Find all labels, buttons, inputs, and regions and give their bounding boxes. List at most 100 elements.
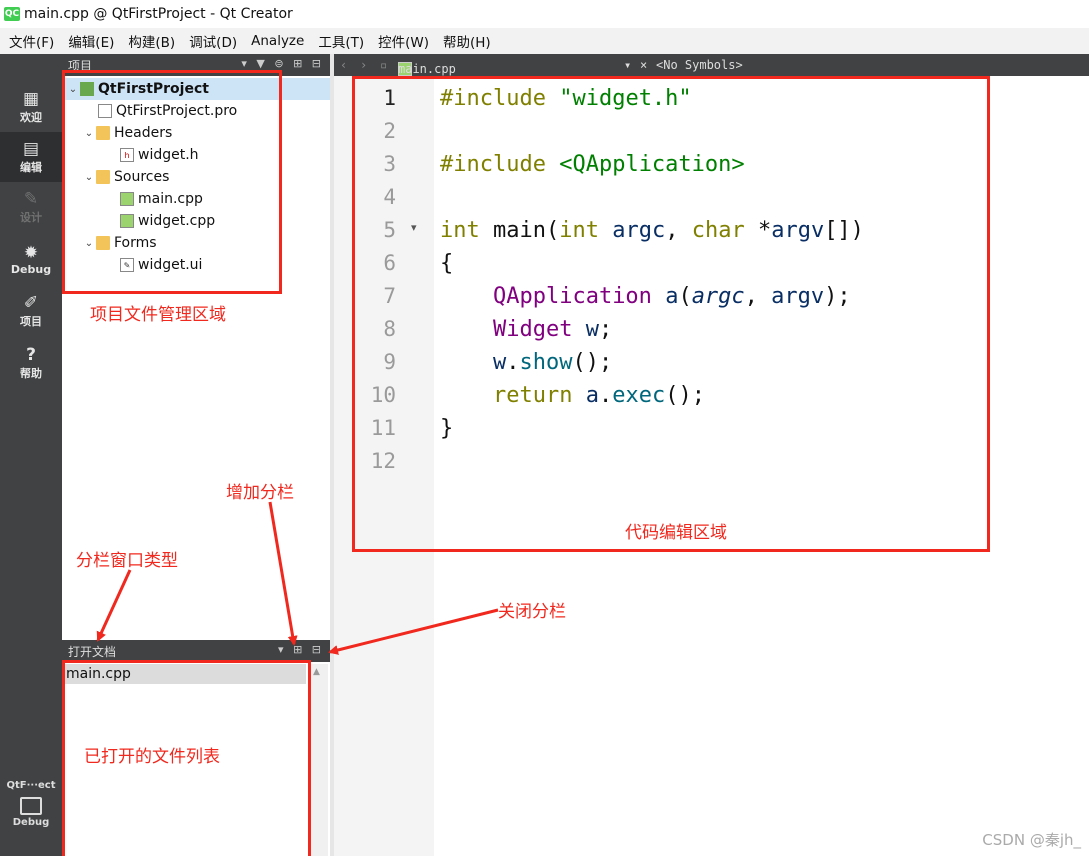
scroll-up-icon[interactable]: ▲ xyxy=(313,667,320,677)
chevron-down-icon[interactable]: ⌄ xyxy=(82,238,96,249)
line-number: 7 xyxy=(383,284,396,308)
tree-item-headers[interactable]: ⌄ Headers xyxy=(62,122,330,144)
pane-type-selector[interactable]: 项目 xyxy=(68,57,92,74)
back-arrow-icon[interactable]: ‹ xyxy=(340,58,347,72)
kit-project-name: QtF···ect xyxy=(6,780,56,791)
monitor-icon xyxy=(20,797,42,815)
open-documents-header: 打开文档 ▾ ⊞ ⊟ xyxy=(62,640,330,662)
mode-help[interactable]: ? 帮助 xyxy=(0,338,62,388)
line-number: 8 xyxy=(383,317,396,341)
pane-toolbar-icons[interactable]: ▾ ▼ ⊜ ⊞ ⊟ xyxy=(241,57,324,70)
tree-item-label: Headers xyxy=(114,125,173,141)
tree-item-pro-file[interactable]: QtFirstProject.pro xyxy=(62,100,330,122)
menu-widgets[interactable]: 控件(W) xyxy=(371,31,436,51)
forward-arrow-icon[interactable]: › xyxy=(360,58,367,72)
grid-icon: ▦ xyxy=(22,89,40,109)
tree-item-forms[interactable]: ⌄ Forms xyxy=(62,232,330,254)
annotation-add-split: 增加分栏 xyxy=(226,483,294,503)
mode-design[interactable]: ✎ 设计 xyxy=(0,182,62,232)
line-number: 4 xyxy=(383,185,396,209)
tree-item-label: QtFirstProject xyxy=(98,81,209,97)
bug-icon: ✹ xyxy=(23,242,39,263)
annotation-open-list: 已打开的文件列表 xyxy=(84,747,220,767)
menu-edit[interactable]: 编辑(E) xyxy=(61,31,121,51)
code-editor[interactable] xyxy=(434,76,1089,856)
code-line-8: Widget w; xyxy=(492,317,613,342)
code-line-5: int main(int argc, char *argv[]) xyxy=(440,218,864,243)
pane-type-selector[interactable]: 打开文档 xyxy=(68,643,116,660)
menu-build[interactable]: 构建(B) xyxy=(121,31,182,51)
edit-icon: ▤ xyxy=(22,139,40,159)
annotation-code-area: 代码编辑区域 xyxy=(625,523,727,543)
code-line-1: #include "widget.h" xyxy=(440,86,692,111)
fold-marker-icon[interactable]: ▾ xyxy=(411,221,417,234)
mode-label: 编辑 xyxy=(20,161,42,174)
tree-item-main-cpp[interactable]: main.cpp xyxy=(62,188,330,210)
mode-projects[interactable]: ✐ 项目 xyxy=(0,286,62,336)
line-number: 5 xyxy=(383,218,396,242)
window-title: main.cpp @ QtFirstProject - Qt Creator xyxy=(24,6,293,22)
scrollbar[interactable]: ▲ xyxy=(308,664,328,856)
chevron-down-icon[interactable]: ▾ xyxy=(624,58,631,72)
chevron-down-icon[interactable]: ⌄ xyxy=(82,172,96,183)
code-line-3: #include <QApplication> xyxy=(440,152,745,177)
kit-selector[interactable]: QtF···ect Debug xyxy=(0,780,62,828)
tree-item-label: Forms xyxy=(114,235,157,251)
menu-help[interactable]: 帮助(H) xyxy=(436,31,498,51)
tree-item-project[interactable]: ⌄ QtFirstProject xyxy=(62,78,330,100)
kit-build-config: Debug xyxy=(12,817,50,828)
menu-tools[interactable]: 工具(T) xyxy=(311,31,371,51)
title-bar: QC main.cpp @ QtFirstProject - Qt Creato… xyxy=(0,0,1089,28)
close-document-icon[interactable]: × xyxy=(640,58,647,72)
tree-item-label: main.cpp xyxy=(138,191,203,207)
tree-item-widget-h[interactable]: h widget.h xyxy=(62,144,330,166)
mode-selector: ▦ 欢迎 ▤ 编辑 ✎ 设计 ✹ Debug ✐ 项目 ? 帮助 QtF···e… xyxy=(0,54,62,856)
pro-file-icon xyxy=(98,104,112,118)
menu-analyze[interactable]: Analyze xyxy=(244,33,311,49)
cpp-file-icon xyxy=(120,214,134,228)
mode-debug[interactable]: ✹ Debug xyxy=(0,234,62,284)
line-number: 1 xyxy=(383,86,396,110)
help-icon: ? xyxy=(26,345,36,365)
code-line-10: return a.exec(); xyxy=(492,383,705,408)
annotation-close-split: 关闭分栏 xyxy=(498,602,566,622)
tree-item-sources[interactable]: ⌄ Sources xyxy=(62,166,330,188)
annotation-project-area: 项目文件管理区域 xyxy=(90,305,226,325)
folder-icon xyxy=(96,236,110,250)
tree-item-label: widget.h xyxy=(138,147,199,163)
line-number: 2 xyxy=(383,119,396,143)
line-number: 12 xyxy=(370,449,396,473)
document-name: main.cpp xyxy=(398,62,456,76)
folder-icon xyxy=(96,126,110,140)
cpp-file-icon xyxy=(120,192,134,206)
mode-welcome[interactable]: ▦ 欢迎 xyxy=(0,82,62,132)
project-pane-header: 项目 ▾ ▼ ⊜ ⊞ ⊟ xyxy=(62,54,330,76)
line-number: 11 xyxy=(370,416,396,440)
project-icon xyxy=(80,82,94,96)
editor-toolbar: ‹ › ▫ main.cpp ▾ × <No Symbols> xyxy=(334,54,1089,76)
tree-item-label: widget.cpp xyxy=(138,213,216,229)
tree-item-label: Sources xyxy=(114,169,170,185)
code-line-9: w.show(); xyxy=(492,350,613,375)
pane-toolbar-icons[interactable]: ▾ ⊞ ⊟ xyxy=(278,643,324,656)
mode-label: 欢迎 xyxy=(20,111,42,124)
symbols-selector[interactable]: <No Symbols> xyxy=(656,58,743,72)
chevron-down-icon[interactable]: ⌄ xyxy=(66,84,80,95)
chevron-down-icon[interactable]: ⌄ xyxy=(82,128,96,139)
menu-file[interactable]: 文件(F) xyxy=(2,31,61,51)
open-document-item[interactable]: main.cpp xyxy=(62,664,306,684)
tree-item-label: widget.ui xyxy=(138,257,203,273)
pen-icon: ✎ xyxy=(23,189,39,209)
code-line-7: QApplication a(argc, argv); xyxy=(492,284,851,309)
mode-label: 帮助 xyxy=(20,367,42,380)
header-file-icon: h xyxy=(120,148,134,162)
mode-label: 设计 xyxy=(20,211,42,224)
menu-debug[interactable]: 调试(D) xyxy=(182,31,244,51)
menu-bar: 文件(F) 编辑(E) 构建(B) 调试(D) Analyze 工具(T) 控件… xyxy=(0,28,1089,54)
tree-item-label: QtFirstProject.pro xyxy=(116,103,238,119)
folder-icon xyxy=(96,170,110,184)
mode-edit[interactable]: ▤ 编辑 xyxy=(0,132,62,182)
tree-item-widget-cpp[interactable]: widget.cpp xyxy=(62,210,330,232)
tree-item-widget-ui[interactable]: ✎ widget.ui xyxy=(62,254,330,276)
line-number: 3 xyxy=(383,152,396,176)
